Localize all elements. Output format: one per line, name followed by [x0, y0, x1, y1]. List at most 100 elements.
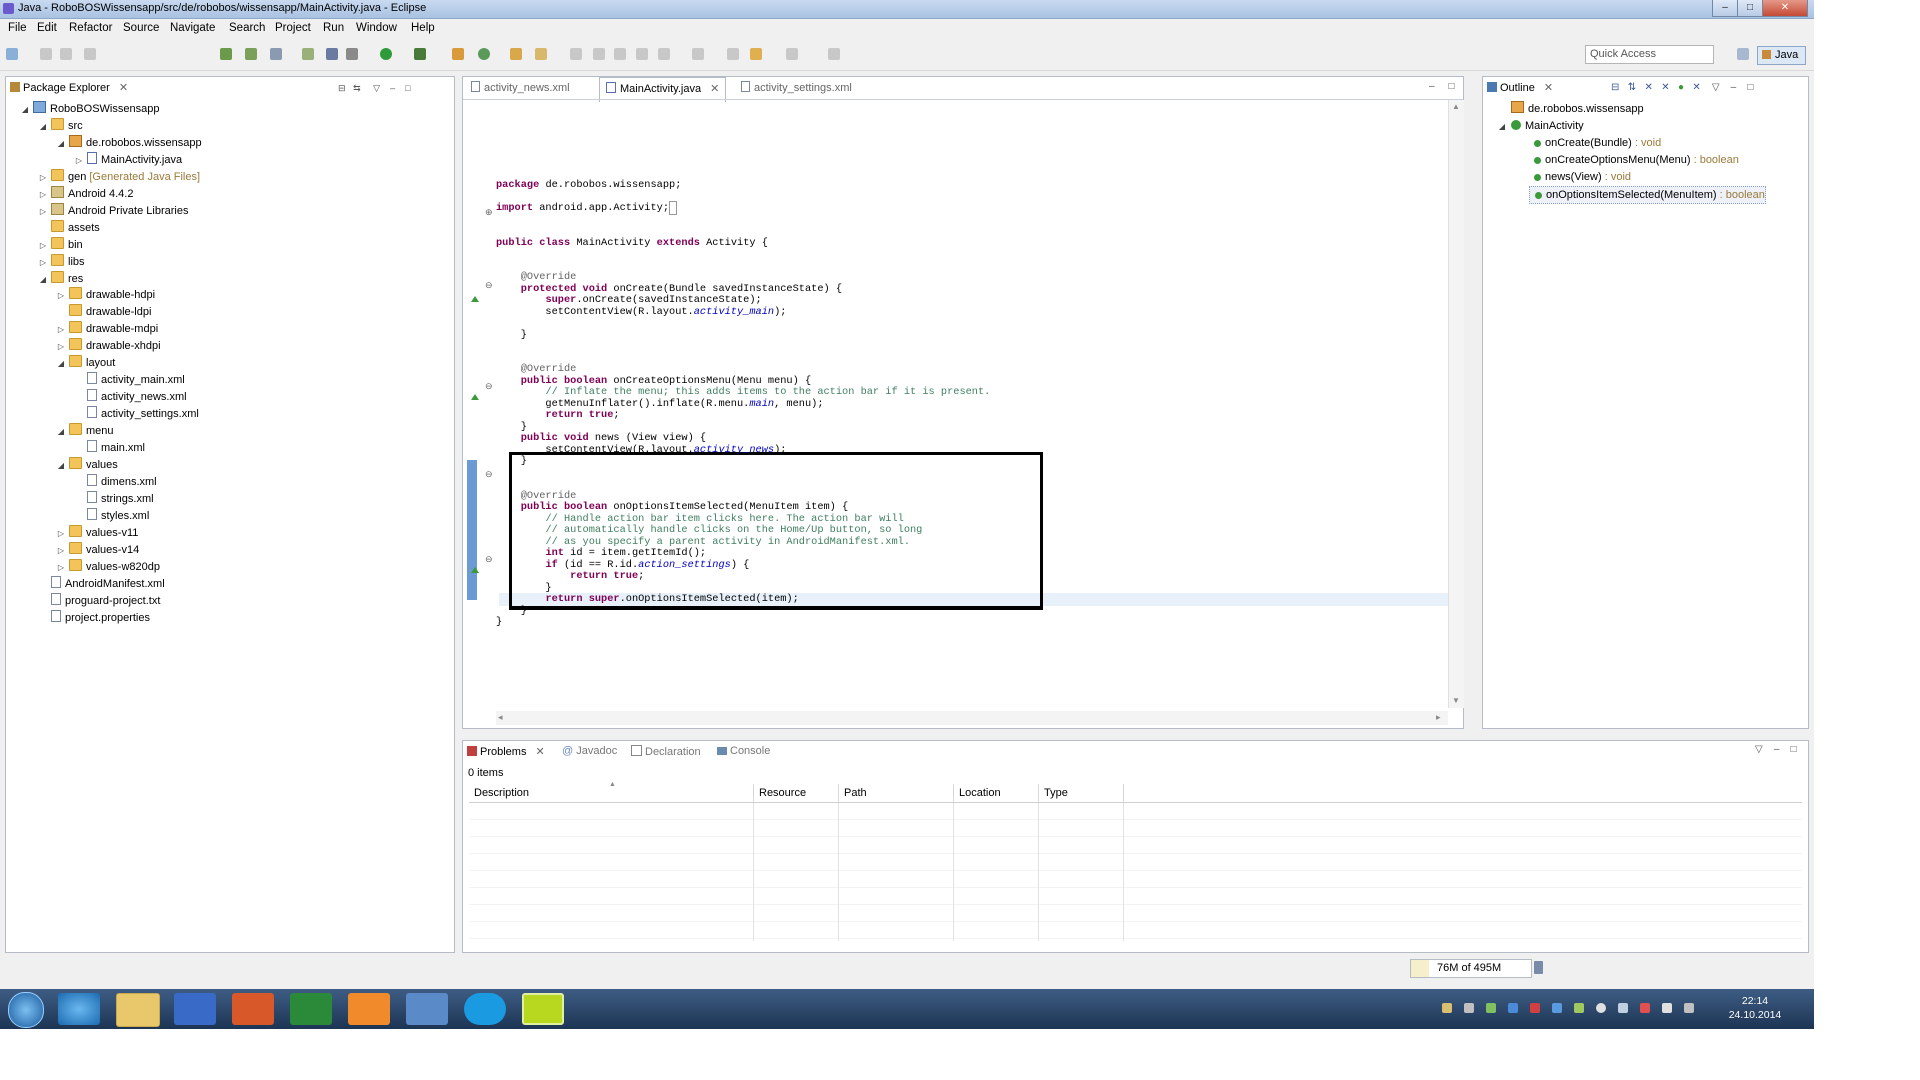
tab-outline[interactable]: Outline ✕: [1487, 81, 1553, 101]
new-icon[interactable]: [6, 48, 18, 60]
menu-source[interactable]: Source: [123, 22, 159, 34]
tree-item[interactable]: AndroidManifest.xml: [38, 575, 165, 592]
back-icon[interactable]: [750, 48, 762, 60]
hide-fields-icon[interactable]: ✕: [1644, 82, 1652, 93]
network-signal-icon[interactable]: [1618, 1003, 1628, 1013]
block-select-icon[interactable]: [614, 48, 626, 60]
outline-item[interactable]: onCreate(Bundle) : void: [1529, 135, 1661, 151]
java-perspective-button[interactable]: Java: [1757, 46, 1806, 65]
tree-item[interactable]: ▷ Android Private Libraries: [38, 202, 188, 220]
close-tab-icon[interactable]: ✕: [710, 83, 719, 95]
collapsed-arrow-icon[interactable]: ▷: [74, 153, 84, 169]
open-type-icon[interactable]: [510, 48, 522, 60]
source-code[interactable]: package de.robobos.wissensapp; import an…: [496, 179, 990, 629]
tray-icon[interactable]: [1486, 1003, 1496, 1013]
coverage-icon[interactable]: [414, 48, 426, 60]
tree-item[interactable]: assets: [38, 219, 100, 236]
network-icon[interactable]: [406, 993, 448, 1025]
tab-activity-news[interactable]: activity_news.xml: [471, 81, 570, 101]
quick-access-input[interactable]: Quick Access: [1585, 45, 1714, 64]
menu-window[interactable]: Window: [356, 22, 397, 34]
collapsed-arrow-icon[interactable]: ▷: [38, 255, 48, 271]
tree-item[interactable]: styles.xml: [74, 507, 149, 524]
collapsed-arrow-icon[interactable]: ▷: [38, 187, 48, 203]
close-tab-icon[interactable]: ✕: [119, 82, 128, 94]
forward-icon[interactable]: [786, 48, 798, 60]
minimize-editor-icon[interactable]: –: [1429, 81, 1435, 92]
android-sdk-icon[interactable]: [220, 48, 232, 60]
tab-console[interactable]: Console: [717, 745, 770, 765]
tree-item[interactable]: ◢ RoboBOSWissensapp: [20, 101, 159, 117]
expanded-arrow-icon[interactable]: ◢: [38, 119, 48, 135]
new-package-icon[interactable]: [478, 48, 490, 60]
tree-item[interactable]: ◢ src: [38, 117, 83, 135]
search-icon[interactable]: [535, 48, 547, 60]
expanded-arrow-icon[interactable]: ◢: [56, 424, 66, 440]
tray-icon[interactable]: [1508, 1003, 1518, 1013]
collapsed-arrow-icon[interactable]: ▷: [38, 238, 48, 254]
tree-item[interactable]: drawable-ldpi: [56, 304, 151, 320]
fold-icon[interactable]: ⊖: [485, 280, 493, 291]
save-icon[interactable]: [40, 48, 52, 60]
clock[interactable]: 22:14 24.10.2014: [1720, 994, 1790, 1022]
maximize-button[interactable]: □: [1737, 0, 1763, 17]
menu-help[interactable]: Help: [411, 22, 435, 34]
expanded-arrow-icon[interactable]: ◢: [1497, 119, 1507, 135]
expanded-arrow-icon[interactable]: ◢: [38, 272, 48, 288]
outline-item[interactable]: news(View) : void: [1529, 169, 1631, 185]
close-tab-icon[interactable]: ✕: [536, 746, 545, 758]
tree-item[interactable]: ▷ values-v11: [56, 524, 138, 541]
garbage-collect-icon[interactable]: [1534, 961, 1543, 974]
tree-item[interactable]: ▷ drawable-hdpi: [56, 287, 155, 303]
tree-item[interactable]: ▷ bin: [38, 236, 83, 254]
menu-project[interactable]: Project: [275, 22, 311, 34]
tab-activity-settings[interactable]: activity_settings.xml: [741, 81, 852, 101]
skype-icon[interactable]: [464, 993, 506, 1025]
annotation-icon[interactable]: [593, 48, 605, 60]
ie-icon[interactable]: [58, 993, 100, 1025]
tab-declaration[interactable]: Declaration: [631, 745, 701, 765]
hide-nonpublic-icon[interactable]: ●: [1678, 82, 1684, 93]
tray-icon[interactable]: [1596, 1003, 1606, 1013]
tree-item[interactable]: ▷ MainActivity.java: [74, 151, 182, 169]
start-orb-icon[interactable]: [8, 992, 44, 1028]
tray-icon[interactable]: [1574, 1003, 1584, 1013]
whitespace-icon[interactable]: [636, 48, 648, 60]
tree-item[interactable]: main.xml: [74, 440, 145, 456]
tree-item[interactable]: ◢ values: [56, 456, 118, 473]
close-tab-icon[interactable]: ✕: [1544, 82, 1553, 94]
horizontal-scrollbar[interactable]: ◂ ▸: [496, 711, 1448, 725]
word-icon[interactable]: [174, 993, 216, 1025]
tray-icon[interactable]: [1530, 1003, 1540, 1013]
tab-package-explorer[interactable]: Package Explorer ✕: [10, 81, 128, 101]
link-editor-icon[interactable]: ⇆: [353, 83, 361, 93]
collapsed-arrow-icon[interactable]: ▷: [38, 204, 48, 220]
collapse-all-icon[interactable]: ⊟: [1611, 82, 1619, 93]
minimize-view-icon[interactable]: –: [1774, 744, 1780, 755]
column-path[interactable]: Path: [839, 784, 954, 802]
tree-item[interactable]: dimens.xml: [74, 473, 157, 490]
scroll-up-icon[interactable]: ▲: [1452, 102, 1460, 111]
outline-item[interactable]: onCreateOptionsMenu(Menu) : boolean: [1529, 152, 1739, 168]
debug-skip-icon[interactable]: [326, 48, 338, 60]
menu-refactor[interactable]: Refactor: [69, 22, 112, 34]
save-all-icon[interactable]: [60, 48, 72, 60]
maximize-view-icon[interactable]: □: [1747, 82, 1753, 93]
outline-item[interactable]: de.robobos.wissensapp: [1511, 101, 1644, 117]
menu-edit[interactable]: Edit: [37, 22, 57, 34]
menu-file[interactable]: File: [8, 22, 27, 34]
explorer-icon[interactable]: [116, 993, 160, 1027]
tree-item[interactable]: ◢ res: [38, 270, 83, 288]
column-type[interactable]: Type: [1039, 784, 1124, 802]
tree-item[interactable]: strings.xml: [74, 490, 154, 507]
volume-icon[interactable]: [1662, 1003, 1672, 1013]
excel-icon[interactable]: [290, 993, 332, 1025]
tree-item[interactable]: project.properties: [38, 609, 150, 626]
power-icon[interactable]: [1684, 1003, 1694, 1013]
vertical-scrollbar[interactable]: ▲ ▼: [1448, 100, 1464, 708]
flag-icon[interactable]: [1640, 1003, 1650, 1013]
minimize-button[interactable]: –: [1712, 0, 1738, 17]
run-icon[interactable]: [380, 48, 392, 60]
column-resource[interactable]: Resource: [754, 784, 839, 802]
media-player-icon[interactable]: [348, 993, 390, 1025]
